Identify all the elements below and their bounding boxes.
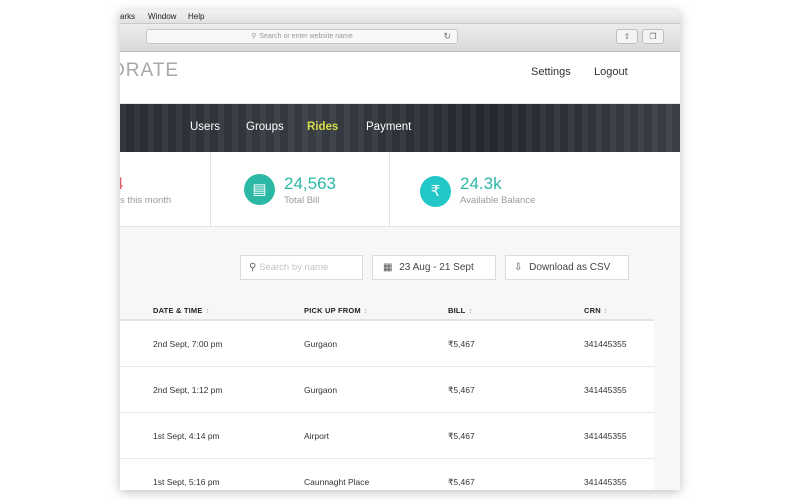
cell-bill: ₹5,467 [448, 385, 475, 395]
cell-bill: ₹5,467 [448, 477, 475, 487]
calendar-icon: ▦ [383, 262, 393, 273]
browser-window: arks Window Help ⚲ Search or enter websit… [120, 10, 680, 490]
cell-datetime: 1st Sept, 4:14 pm [153, 431, 220, 441]
stats-panel: 4 s this month ▤ 24,563 Total Bill ₹ 24.… [120, 152, 680, 227]
download-csv-button[interactable]: ⇩ Download as CSV [505, 255, 629, 280]
cell-crn: 341445355 [584, 339, 627, 349]
search-box: ⚲ [240, 255, 363, 280]
settings-link[interactable]: Settings [531, 66, 571, 78]
nav-rides[interactable]: Rides [307, 121, 338, 133]
url-bar[interactable]: ⚲ Search or enter website name ↻ [146, 29, 458, 44]
tabs-icon: ❐ [649, 32, 657, 41]
logo: ORATE [120, 60, 180, 81]
balance-value: 24.3k [460, 174, 502, 193]
nav-users[interactable]: Users [190, 121, 220, 133]
table-row[interactable]: 1st Sept, 4:14 pm Airport ₹5,467 3414453… [120, 413, 654, 459]
sort-icon: ↕ [603, 306, 608, 315]
download-icon: ⇩ [514, 262, 523, 273]
rupee-icon: ₹ [420, 176, 451, 207]
nav-payment[interactable]: Payment [366, 121, 411, 133]
table-row[interactable]: 2nd Sept, 7:00 pm Gurgaon ₹5,467 3414453… [120, 321, 654, 367]
rides-table: 2nd Sept, 7:00 pm Gurgaon ₹5,467 3414453… [120, 321, 654, 490]
cell-pickup: Airport [304, 431, 330, 441]
cell-pickup: Caunnaght Place [304, 477, 370, 487]
filter-bar: ⚲ ▦ 23 Aug - 21 Sept ⇩ Download as CSV [120, 227, 680, 299]
cell-crn: 341445355 [584, 477, 627, 487]
url-placeholder: Search or enter website name [259, 33, 353, 40]
balance-label: Available Balance [460, 195, 536, 206]
sort-icon: ↕ [205, 306, 210, 315]
share-button[interactable]: ⇧ [616, 29, 638, 44]
table-row[interactable]: 1st Sept, 5:16 pm Caunnaght Place ₹5,467… [120, 459, 654, 490]
table-gutter [654, 299, 680, 490]
cell-crn: 341445355 [584, 431, 627, 441]
stat-divider [389, 152, 390, 227]
cell-datetime: 1st Sept, 5:16 pm [153, 477, 220, 487]
total-bill-value: 24,563 [284, 174, 336, 193]
bill-icon: ▤ [244, 174, 275, 205]
table-row[interactable]: 2nd Sept, 1:12 pm Gurgaon ₹5,467 3414453… [120, 367, 654, 413]
cell-crn: 341445355 [584, 385, 627, 395]
download-csv-label: Download as CSV [529, 262, 611, 273]
cell-datetime: 2nd Sept, 1:12 pm [153, 385, 223, 395]
rides-count-value: 4 [120, 174, 123, 194]
logout-link[interactable]: Logout [594, 66, 628, 78]
nav-groups[interactable]: Groups [246, 121, 284, 133]
rides-count-label: s this month [120, 195, 172, 206]
date-range-button[interactable]: ▦ 23 Aug - 21 Sept [372, 255, 496, 280]
app-header: ORATE Settings Logout [120, 52, 680, 104]
search-icon: ⚲ [249, 262, 257, 273]
stat-divider [210, 152, 211, 227]
search-icon: ⚲ [251, 33, 257, 40]
table-header: DATE & TIME ↕ PICK UP FROM ↕ BILL ↕ CRN ↕ [120, 299, 654, 321]
date-range-label: 23 Aug - 21 Sept [399, 262, 474, 273]
nav-bar: Users Groups Rides Payment [120, 104, 680, 152]
column-bill[interactable]: BILL ↕ [448, 306, 472, 315]
column-pickup[interactable]: PICK UP FROM ↕ [304, 306, 368, 315]
share-icon: ⇧ [623, 32, 631, 41]
menu-window[interactable]: Window [148, 10, 176, 24]
cell-bill: ₹5,467 [448, 431, 475, 441]
cell-pickup: Gurgaon [304, 339, 338, 349]
browser-toolbar: ⚲ Search or enter website name ↻ ⇧ ❐ [120, 24, 680, 52]
cell-bill: ₹5,467 [448, 339, 475, 349]
reload-icon[interactable]: ↻ [443, 30, 451, 43]
menu-bookmarks[interactable]: arks [120, 10, 135, 24]
column-crn[interactable]: CRN ↕ [584, 306, 608, 315]
total-bill-label: Total Bill [284, 195, 320, 206]
search-input[interactable] [259, 262, 355, 273]
tabs-button[interactable]: ❐ [642, 29, 664, 44]
cell-pickup: Gurgaon [304, 385, 338, 395]
sort-icon: ↕ [468, 306, 473, 315]
os-menubar: arks Window Help [120, 10, 680, 24]
column-date-time[interactable]: DATE & TIME ↕ [153, 306, 210, 315]
sort-icon: ↕ [363, 306, 368, 315]
menu-help[interactable]: Help [188, 10, 204, 24]
cell-datetime: 2nd Sept, 7:00 pm [153, 339, 223, 349]
